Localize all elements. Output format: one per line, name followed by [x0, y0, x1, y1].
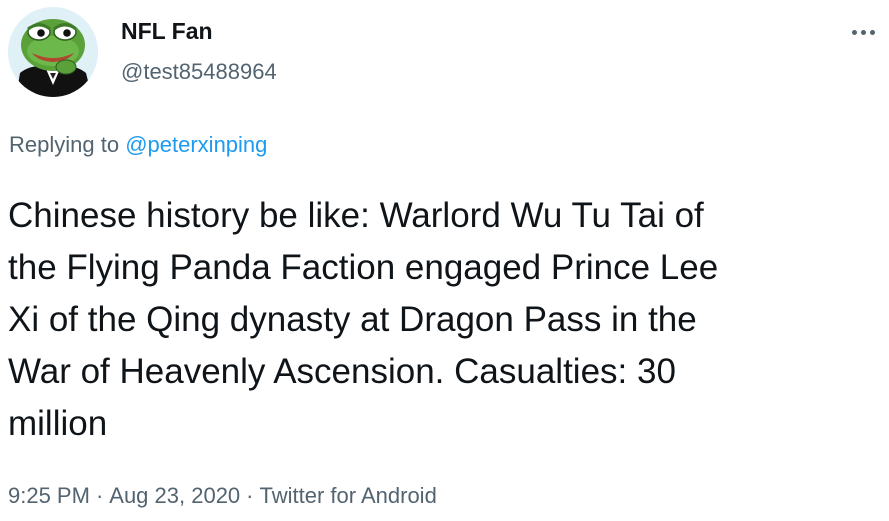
tweet-source[interactable]: Twitter for Android: [260, 483, 437, 508]
meta-separator: ·: [246, 483, 254, 508]
more-options-icon-dot: [870, 30, 875, 35]
user-handle[interactable]: @test85488964: [121, 58, 277, 86]
reply-mention-link[interactable]: @peterxinping: [125, 132, 267, 157]
tweet-text-line: Chinese history be like: Warlord Wu Tu T…: [8, 196, 704, 235]
more-options-icon: [852, 30, 857, 35]
meta-separator: ·: [95, 483, 104, 508]
tweet-text-line: Xi of the Qing dynasty at Dragon Pass in…: [8, 300, 697, 339]
tweet-text-line: the Flying Panda Faction engaged Prince …: [8, 248, 719, 287]
tweet-date[interactable]: Aug 23, 2020: [109, 483, 240, 508]
tweet-time[interactable]: 9:25 PM: [8, 483, 90, 508]
tweet-text-line: million: [8, 404, 108, 443]
replying-to: Replying to @peterxinping: [9, 131, 267, 159]
pepe-frog-avatar-icon: [8, 7, 98, 97]
tweet: NFL Fan @test85488964 Replying to @peter…: [0, 0, 889, 521]
tweet-text-line: War of Heavenly Ascension. Casualties: 3…: [8, 352, 676, 391]
avatar[interactable]: [8, 7, 98, 97]
display-name[interactable]: NFL Fan: [121, 17, 213, 45]
more-options-icon-dot: [861, 30, 866, 35]
tweet-text: Chinese history be like: Warlord Wu Tu T…: [8, 190, 878, 450]
tweet-meta: 9:25 PM · Aug 23, 2020 · Twitter for Android: [8, 482, 437, 510]
more-options-button[interactable]: [848, 24, 880, 40]
replying-to-label: Replying to: [9, 132, 120, 157]
